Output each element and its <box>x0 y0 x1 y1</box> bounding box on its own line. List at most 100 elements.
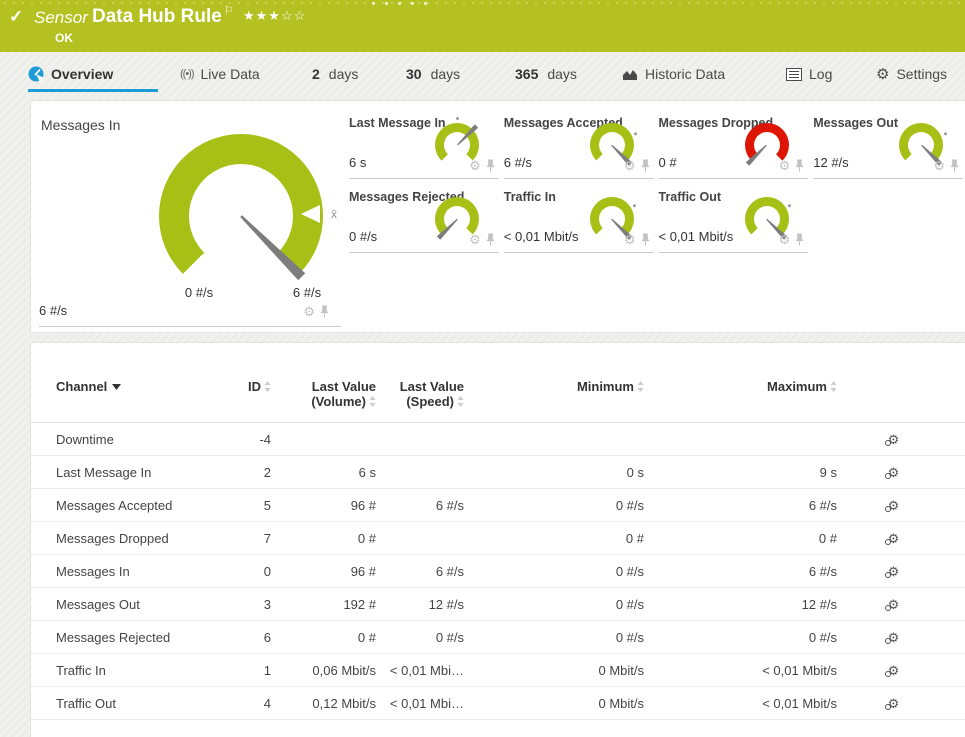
edit-channel-icon[interactable]: ⚙ <box>884 697 899 710</box>
sensor-status-badge: OK <box>55 31 73 45</box>
tab-label: days <box>328 66 359 82</box>
cell-last-value-speed: 12 #/s <box>428 596 464 612</box>
gauge-tile[interactable]: Messages Accepted 6 #/s ⚙ <box>503 111 654 179</box>
edit-channel-icon[interactable]: ⚙ <box>884 598 899 611</box>
table-row: Messages Rejected 6 0 # 0 #/s 0 #/s 0 #/… <box>31 621 965 654</box>
channel-settings-gear-icon[interactable]: ⚙ <box>303 305 315 318</box>
column-header-id[interactable]: ID <box>236 379 271 409</box>
channel-settings-gear-icon[interactable]: ⚙ <box>624 233 636 246</box>
cell-minimum: 0 # <box>625 530 644 546</box>
gauge-tile[interactable]: Messages Dropped 0 # ⚙ <box>658 111 809 179</box>
tab-label: Overview <box>51 66 114 82</box>
cell-id: 2 <box>263 464 271 480</box>
cell-id: 6 <box>263 629 271 645</box>
gauge-tile[interactable]: Traffic In < 0,01 Mbit/s ⚙ <box>503 185 654 253</box>
gauge-tile[interactable]: Messages Out 12 #/s ⚙ <box>813 111 963 179</box>
channel-table-body: Downtime -4 ⚙ Last Message In 2 6 s 0 s … <box>31 423 965 720</box>
average-marker-notch <box>301 205 320 223</box>
cell-last-value-volume: 0,12 Mbit/s <box>312 695 376 711</box>
cell-minimum: 0 #/s <box>615 629 644 645</box>
column-label: ID <box>248 379 261 394</box>
tab-number: 2 <box>312 66 320 82</box>
cell-channel: Messages In <box>56 563 130 579</box>
pin-icon[interactable] <box>950 159 959 172</box>
cell-last-value-speed: < 0,01 Mbi… <box>389 662 464 678</box>
cell-minimum: 0 #/s <box>615 497 644 513</box>
tab-365-days[interactable]: 365 days <box>515 66 577 82</box>
column-label: Maximum <box>767 379 827 394</box>
edit-channel-icon[interactable]: ⚙ <box>884 466 899 479</box>
cell-channel: Traffic Out <box>56 695 116 711</box>
cell-id: 7 <box>263 530 271 546</box>
gear-icon: ⚙ <box>876 65 890 83</box>
table-row: Last Message In 2 6 s 0 s 9 s ⚙ <box>31 456 965 489</box>
pin-icon[interactable] <box>486 233 495 246</box>
edit-channel-icon[interactable]: ⚙ <box>884 664 899 677</box>
tab-2-days[interactable]: 2 days <box>312 66 358 82</box>
pin-icon[interactable] <box>795 233 804 246</box>
edit-channel-icon[interactable]: ⚙ <box>884 631 899 644</box>
column-header-channel[interactable]: Channel <box>56 379 236 409</box>
tab-log[interactable]: Log <box>786 66 832 82</box>
tab-30-days[interactable]: 30 days <box>406 66 460 82</box>
pin-icon[interactable] <box>641 159 650 172</box>
edit-channel-icon[interactable]: ⚙ <box>884 532 899 545</box>
column-label: (Volume) <box>311 394 366 409</box>
cell-last-value-volume: 6 s <box>358 464 376 480</box>
tab-overview[interactable]: Overview <box>28 66 158 92</box>
priority-stars[interactable]: ★★★☆☆ <box>243 8 306 24</box>
object-type-label: Sensor <box>34 8 88 27</box>
edit-channel-icon[interactable]: ⚙ <box>884 499 899 512</box>
tab-label: Live Data <box>200 66 260 82</box>
edit-channel-icon[interactable]: ⚙ <box>884 565 899 578</box>
average-marker-label: x̄ <box>331 207 337 221</box>
gauge-value: < 0,01 Mbit/s <box>503 229 579 244</box>
channel-settings-gear-icon[interactable]: ⚙ <box>779 233 791 246</box>
cell-minimum: 0 Mbit/s <box>598 695 644 711</box>
pin-icon[interactable] <box>795 159 804 172</box>
tab-settings[interactable]: ⚙ Settings <box>876 66 947 82</box>
table-row: Messages Dropped 7 0 # 0 # 0 # ⚙ <box>31 522 965 555</box>
channel-settings-gear-icon[interactable]: ⚙ <box>624 159 636 172</box>
gauge-tile[interactable]: Traffic Out < 0,01 Mbit/s ⚙ <box>658 185 809 253</box>
cell-id: 4 <box>263 695 271 711</box>
primary-gauge-tile[interactable]: Messages In x̄ 0 #/s 6 #/s 6 #/s ⚙ <box>39 107 341 327</box>
gauges-panel: Messages In x̄ 0 #/s 6 #/s 6 #/s ⚙ Last … <box>30 100 965 333</box>
cell-minimum: 0 s <box>626 464 644 480</box>
cell-maximum: < 0,01 Mbit/s <box>762 662 837 678</box>
cell-id: 0 <box>263 563 271 579</box>
cell-channel: Messages Dropped <box>56 530 169 546</box>
tab-live-data[interactable]: ((•)) Live Data <box>180 66 260 82</box>
cell-last-value-volume: 192 # <box>343 596 376 612</box>
tab-label: Historic Data <box>645 66 726 82</box>
sensor-title: Data Hub Rule <box>92 6 222 27</box>
cell-minimum: 0 #/s <box>615 596 644 612</box>
pin-icon[interactable] <box>320 305 329 318</box>
tab-label: Settings <box>896 66 948 82</box>
tab-historic-data[interactable]: Historic Data <box>622 66 725 82</box>
column-header-minimum[interactable]: Minimum <box>464 379 644 409</box>
channel-settings-gear-icon[interactable]: ⚙ <box>779 159 791 172</box>
cell-last-value-speed: < 0,01 Mbi… <box>389 695 464 711</box>
primary-gauge-title: Messages In <box>41 117 121 133</box>
prtg-sensor-page: ✓ Sensor Data Hub Rule ⚐ ★★★☆☆ OK Overvi… <box>0 0 965 737</box>
cell-id: 3 <box>263 596 271 612</box>
pin-icon[interactable] <box>641 233 650 246</box>
table-row: Traffic Out 4 0,12 Mbit/s < 0,01 Mbi… 0 … <box>31 687 965 720</box>
cell-maximum: 6 #/s <box>808 497 837 513</box>
cell-channel: Traffic In <box>56 662 106 678</box>
pin-icon[interactable] <box>486 159 495 172</box>
sort-desc-icon <box>112 384 122 390</box>
gauge-tile[interactable]: Messages Rejected 0 #/s ⚙ <box>349 185 499 253</box>
column-header-last-value-volume[interactable]: Last Value (Volume) <box>271 379 376 409</box>
channel-settings-gear-icon[interactable]: ⚙ <box>933 159 945 172</box>
edit-channel-icon[interactable]: ⚙ <box>884 433 899 446</box>
column-header-last-value-speed[interactable]: Last Value (Speed) <box>376 379 464 409</box>
channel-settings-gear-icon[interactable]: ⚙ <box>469 159 481 172</box>
channel-settings-gear-icon[interactable]: ⚙ <box>469 233 481 246</box>
gauge-value: < 0,01 Mbit/s <box>658 229 734 244</box>
table-row: Traffic In 1 0,06 Mbit/s < 0,01 Mbi… 0 M… <box>31 654 965 687</box>
gauge-tile[interactable]: Last Message In 6 s ⚙ <box>349 111 499 179</box>
column-header-maximum[interactable]: Maximum <box>644 379 837 409</box>
tab-bar: Overview ((•)) Live Data 2 days 30 days … <box>0 58 965 98</box>
